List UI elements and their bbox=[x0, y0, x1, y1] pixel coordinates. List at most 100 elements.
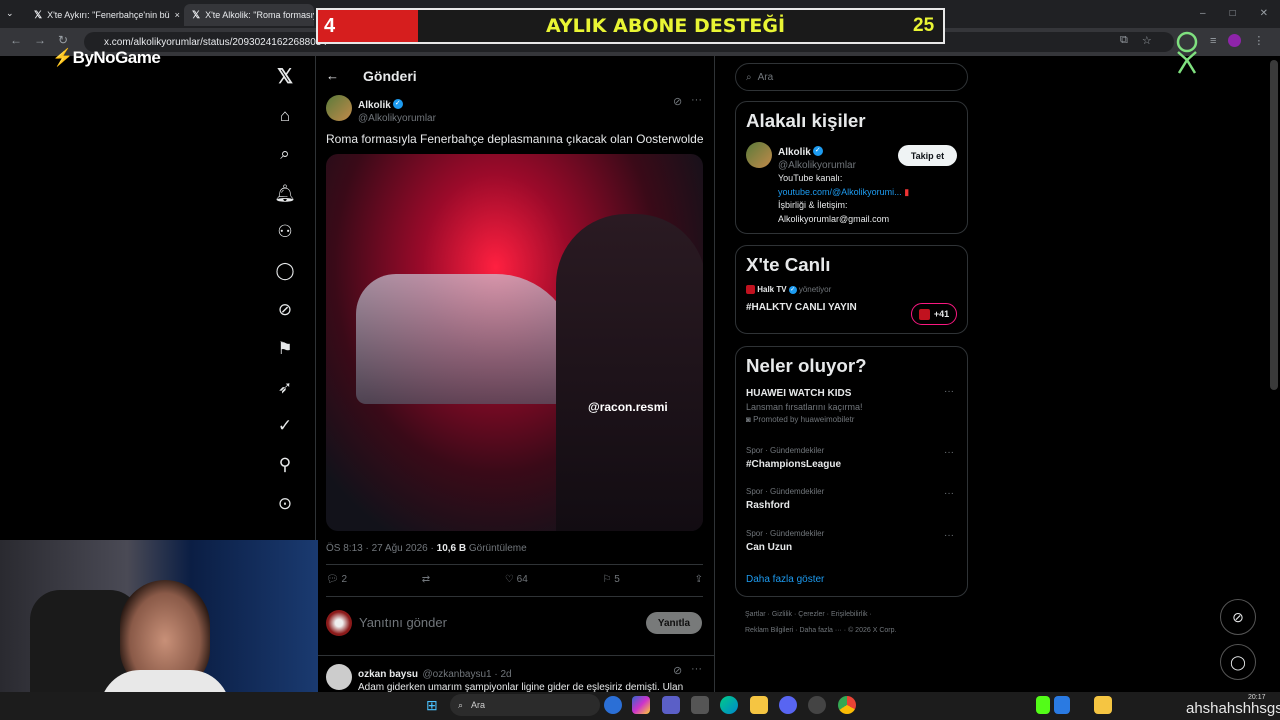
footer-links[interactable]: Şartlar · Gizlilik · Çerezler · Erişileb… bbox=[745, 611, 872, 618]
messages-chat-icon[interactable]: ◯ bbox=[272, 258, 298, 284]
forward-icon[interactable]: → bbox=[34, 33, 46, 47]
messages-floating-icon[interactable]: ◯ bbox=[1220, 644, 1256, 680]
trend-item[interactable]: Spor · Gündemdekiler #ChampionsLeague bbox=[746, 446, 841, 470]
subscriber-goal-banner: 4 AYLIK ABONE DESTEĞİ 25 bbox=[316, 8, 945, 44]
tab-list-dropdown[interactable]: ⌄ bbox=[6, 8, 14, 19]
steam-icon[interactable] bbox=[808, 696, 826, 714]
grok-floating-icon[interactable]: ⊘ bbox=[1220, 599, 1256, 635]
reply-more-icon[interactable]: ··· bbox=[691, 663, 702, 675]
author-handle[interactable]: @Alkolikyorumlar bbox=[358, 113, 436, 124]
trend-name: Rashford bbox=[746, 500, 790, 511]
bookmark-action[interactable]: ⚐ 5 bbox=[603, 574, 620, 585]
reply-action[interactable]: 💬︎ 2 bbox=[326, 574, 347, 585]
media-controls-icon[interactable]: ≡ bbox=[1210, 35, 1216, 47]
crown-icon[interactable] bbox=[1094, 696, 1112, 714]
author-avatar[interactable] bbox=[326, 95, 352, 121]
like-action[interactable]: ♡ 64 bbox=[505, 574, 528, 585]
post-views-label: Görüntüleme bbox=[466, 543, 527, 554]
explore-search-icon[interactable]: ⌕ bbox=[272, 141, 298, 167]
reply-input[interactable]: Yanıtını gönder bbox=[359, 615, 447, 630]
reply-author-name[interactable]: ozkan baysu bbox=[358, 669, 418, 680]
discord-icon[interactable] bbox=[779, 696, 797, 714]
tab-1[interactable]: 𝕏 X'te Aykırı: "Fenerbahçe'nin bü × bbox=[26, 4, 181, 26]
reply-author-handle[interactable]: @ozkanbaysu1 · 2d bbox=[422, 669, 511, 680]
copilot-icon[interactable] bbox=[632, 696, 650, 714]
reply-grok-icon[interactable]: ⊘ bbox=[673, 664, 682, 677]
search-input[interactable]: ⌕ Ara bbox=[735, 63, 968, 91]
bookmarks-icon[interactable]: ⚑ bbox=[272, 336, 298, 362]
windows-start-icon[interactable]: ⊞ bbox=[426, 697, 438, 714]
tab-1-label: X'te Aykırı: "Fenerbahçe'nin bü bbox=[47, 10, 170, 20]
page-scrollbar[interactable] bbox=[1270, 60, 1278, 390]
related-name[interactable]: Alkolik bbox=[778, 147, 811, 158]
teams-icon[interactable] bbox=[662, 696, 680, 714]
kick-icon[interactable] bbox=[1036, 696, 1050, 714]
tray-app-icon[interactable] bbox=[1054, 696, 1070, 714]
tab-2[interactable]: 𝕏 X'te Alkolik: "Roma formasıy bbox=[184, 4, 314, 26]
trend-item[interactable]: HUAWEI WATCH KIDS Lansman fırsatlarını k… bbox=[746, 388, 958, 424]
grok-explain-icon[interactable]: ⊘ bbox=[673, 95, 682, 108]
copilot-app-icon[interactable] bbox=[604, 696, 622, 714]
halktv-logo-icon bbox=[746, 285, 755, 295]
maximize-icon[interactable]: □ bbox=[1230, 8, 1236, 19]
trend-more-icon[interactable]: ··· bbox=[944, 488, 954, 499]
trend-item[interactable]: Spor · Gündemdekiler Can Uzun bbox=[746, 529, 824, 553]
post-more-icon[interactable]: ··· bbox=[691, 94, 702, 106]
trend-more-icon[interactable]: ··· bbox=[944, 530, 954, 541]
post-text: Roma formasıyla Fenerbahçe deplasmanına … bbox=[326, 132, 704, 146]
lightning-icon: ⚡ bbox=[52, 48, 73, 67]
file-explorer-icon[interactable] bbox=[750, 696, 768, 714]
trend-item[interactable]: Spor · Gündemdekiler Rashford bbox=[746, 487, 824, 511]
live-listeners-badge[interactable]: +41 bbox=[911, 303, 957, 325]
repost-icon[interactable]: ⇄ bbox=[422, 574, 430, 585]
tab-2-label: X'te Alkolik: "Roma formasıy bbox=[205, 10, 314, 20]
current-user-avatar[interactable] bbox=[326, 610, 352, 636]
listener-avatar-icon bbox=[918, 308, 930, 320]
post-video[interactable]: @racon.resmi bbox=[326, 154, 703, 531]
search-icon: ⌕ bbox=[746, 71, 752, 83]
home-icon[interactable]: ⌂ bbox=[272, 103, 298, 129]
bookmark-star-icon[interactable]: ☆ bbox=[1142, 34, 1152, 47]
post-timestamp[interactable]: ÖS 8:13 · 27 Ağu 2026 · bbox=[326, 543, 437, 554]
share-icon[interactable]: ⇪ bbox=[695, 574, 703, 585]
back-arrow-icon[interactable]: ← bbox=[326, 68, 339, 83]
trend-more-icon[interactable]: ··· bbox=[944, 386, 954, 397]
close-tab-icon[interactable]: × bbox=[175, 10, 180, 20]
reload-icon[interactable]: ↻ bbox=[58, 33, 68, 47]
follow-people-icon[interactable]: ⚇ bbox=[272, 219, 298, 245]
trend-more-icon[interactable]: ··· bbox=[944, 447, 954, 458]
verified-premium-icon[interactable]: ✓ bbox=[272, 413, 298, 439]
footer-links[interactable]: Reklam Bilgileri · Daha fazla ··· · © 20… bbox=[745, 627, 896, 634]
taskbar-search[interactable]: ⌕ Ara bbox=[450, 694, 600, 716]
reply-author-avatar[interactable] bbox=[326, 664, 352, 690]
bio-line: YouTube kanalı: bbox=[778, 173, 843, 183]
show-more-link[interactable]: Daha fazla göster bbox=[746, 574, 824, 585]
grok-icon[interactable]: ⊘ bbox=[272, 297, 298, 323]
author-name[interactable]: Alkolik bbox=[358, 100, 391, 111]
follow-button[interactable]: Takip et bbox=[898, 145, 957, 166]
bio-link[interactable]: youtube.com/@Alkolikyorumi... ▮ bbox=[778, 186, 909, 200]
reply-submit-button[interactable]: Yanıtla bbox=[646, 612, 702, 634]
related-handle[interactable]: @Alkolikyorumlar bbox=[778, 160, 856, 171]
edge-icon[interactable] bbox=[720, 696, 738, 714]
more-options-icon[interactable]: ⊙ bbox=[272, 491, 298, 517]
bio-line: Alkolikyorumlar@gmail.com bbox=[778, 213, 890, 224]
minimize-icon[interactable]: – bbox=[1200, 8, 1206, 19]
cast-icon[interactable]: ⧉ bbox=[1120, 34, 1128, 47]
x-home-logo-icon[interactable]: 𝕏 bbox=[272, 63, 298, 89]
store-icon[interactable] bbox=[691, 696, 709, 714]
close-window-icon[interactable]: ✕ bbox=[1260, 8, 1268, 19]
live-host-role: yönetiyor bbox=[798, 285, 832, 294]
profile-avatar[interactable] bbox=[1228, 34, 1242, 47]
notifications-bell-icon[interactable]: 🔔︎ bbox=[272, 181, 298, 207]
live-host[interactable]: Halk TV ✓ yönetiyor bbox=[746, 285, 832, 295]
live-broadcast-name[interactable]: #HALKTV CANLI YAYIN bbox=[746, 302, 857, 313]
back-icon[interactable]: ← bbox=[10, 33, 22, 47]
verified-badge-icon: ✓ bbox=[812, 145, 823, 156]
menu-kebab-icon[interactable]: ⋮ bbox=[1253, 34, 1264, 47]
related-avatar[interactable] bbox=[746, 142, 772, 168]
toolbar-actions: ⧉ ☆ bbox=[1120, 34, 1152, 47]
profile-icon[interactable]: ⚲ bbox=[272, 452, 298, 478]
chrome-icon[interactable] bbox=[838, 696, 856, 714]
jobs-rocket-icon[interactable]: ➶ bbox=[272, 375, 298, 401]
